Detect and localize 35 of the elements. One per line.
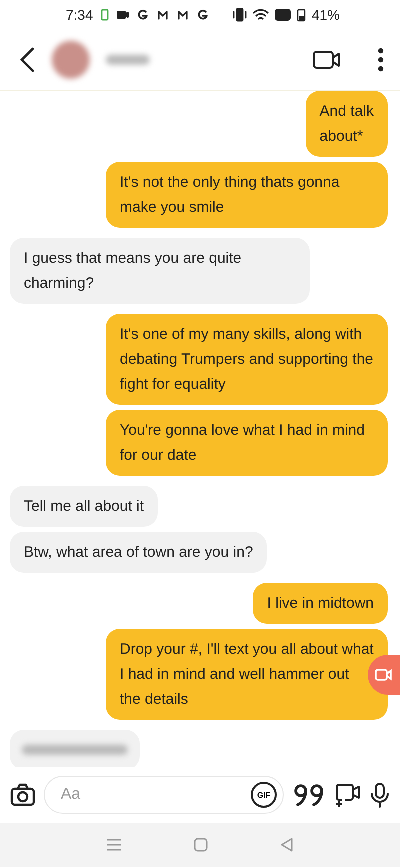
sent-message: You're gonna love what I had in mind for our date — [106, 410, 388, 476]
sim-icon — [274, 8, 291, 22]
more-options-button[interactable] — [378, 47, 384, 73]
camera-button[interactable] — [10, 783, 36, 807]
sent-message: It's one of my many skills, along with debating Trumpers and supporting the fight for equality — [106, 314, 388, 405]
sent-message: And talk about* — [306, 91, 388, 157]
received-message: I guess that means you are quite charming? — [10, 238, 310, 304]
received-message: Btw, what area of town are you in? — [10, 532, 268, 573]
battery-percentage: 41% — [312, 7, 340, 23]
microphone-button[interactable] — [370, 782, 390, 808]
wifi-icon — [252, 8, 269, 22]
video-icon — [117, 8, 130, 22]
google-icon — [197, 8, 210, 22]
gif-button[interactable]: GIF — [251, 782, 277, 808]
vibrate-icon — [232, 8, 247, 22]
home-button[interactable] — [193, 837, 209, 853]
video-call-button[interactable] — [312, 48, 342, 72]
avatar[interactable] — [52, 41, 90, 79]
google-icon — [137, 8, 150, 22]
phone-icon — [101, 8, 110, 22]
sent-message: It's not the only thing thats gonna make you smile — [106, 162, 388, 228]
mail-icon — [177, 8, 190, 22]
battery-icon — [296, 8, 306, 22]
video-message-button[interactable] — [334, 782, 362, 808]
menu-button[interactable] — [105, 838, 123, 852]
message-input[interactable]: Aa GIF — [44, 776, 284, 814]
status-time: 7:34 — [66, 7, 94, 23]
quote-button[interactable] — [292, 783, 326, 807]
back-nav-button[interactable] — [279, 837, 295, 853]
sent-message: Drop your #, I'll text you all about what I had in mind and well hammer out the details — [106, 629, 388, 720]
sent-message: I live in midtown — [253, 583, 388, 624]
received-message: Tell me all about it — [10, 486, 158, 527]
video-camera-icon — [375, 668, 393, 682]
mail-icon — [157, 8, 170, 22]
back-button[interactable] — [18, 46, 36, 74]
